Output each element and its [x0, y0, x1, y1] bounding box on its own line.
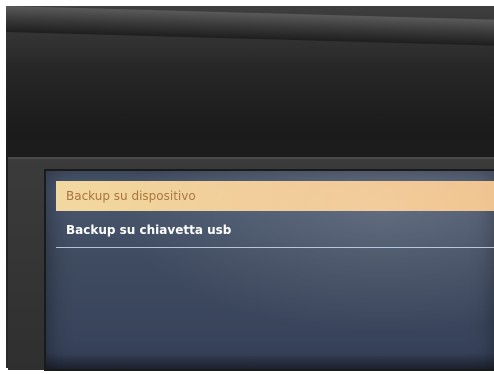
device-top-edge: [6, 6, 494, 46]
menu-separator: [56, 247, 494, 248]
photo: Backup su dispositivo Backup su chiavett…: [0, 0, 494, 374]
menu-item-backup-dispositivo[interactable]: Backup su dispositivo: [56, 181, 494, 211]
display-screen: Backup su dispositivo Backup su chiavett…: [44, 169, 494, 371]
menu-item-label: Backup su dispositivo: [66, 189, 196, 203]
screen-shadow: [46, 353, 494, 369]
menu-item-backup-usb[interactable]: Backup su chiavetta usb: [56, 215, 494, 245]
screen-frame: Backup su dispositivo Backup su chiavett…: [8, 157, 494, 371]
menu-item-label: Backup su chiavetta usb: [66, 223, 232, 237]
device-bezel: Backup su dispositivo Backup su chiavett…: [6, 6, 494, 371]
